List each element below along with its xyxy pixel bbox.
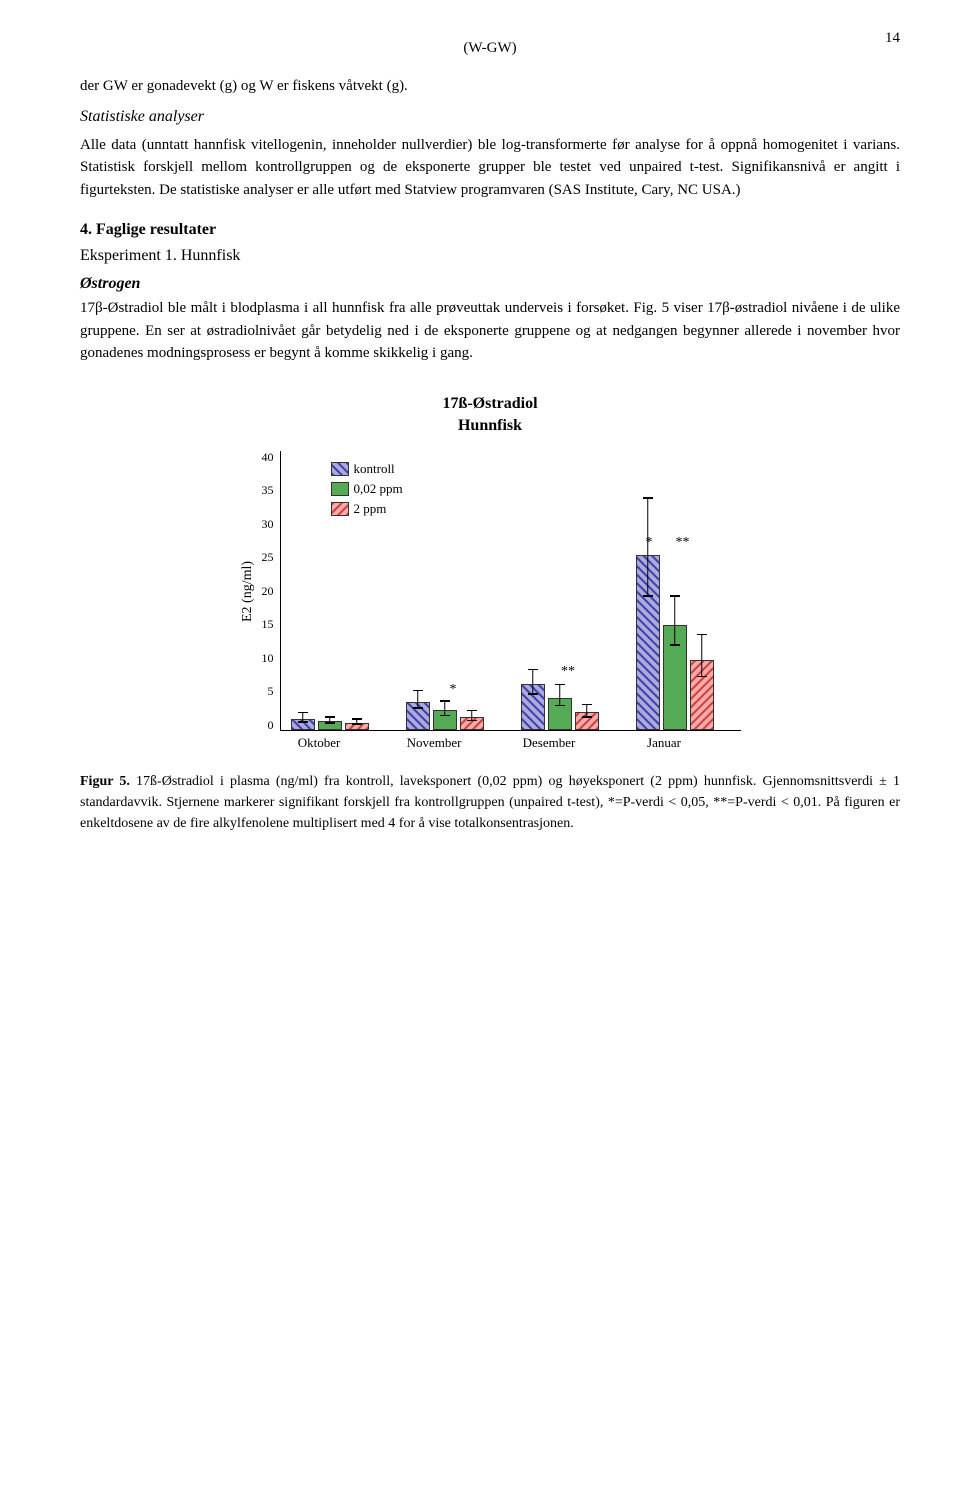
bar-desember-kontroll — [521, 684, 545, 730]
y-tick-0: 0 — [262, 719, 274, 731]
error-bar-up — [532, 670, 534, 684]
error-bar-up — [417, 691, 419, 702]
bar-group-november: * — [406, 702, 501, 730]
bar-group-desember: ** — [521, 684, 616, 730]
error-bar-down — [701, 660, 703, 678]
legend-002ppm: 0,02 ppm — [331, 481, 403, 497]
y-tick-40: 40 — [262, 451, 274, 463]
chart-container: 17ß-Østradiol Hunnfisk E2 (ng/ml) 0 5 10… — [80, 395, 900, 751]
bar-oktober-2ppm — [345, 723, 369, 730]
legend-label-002ppm: 0,02 ppm — [354, 481, 403, 497]
error-cap-bottom — [440, 715, 450, 717]
error-cap-bottom — [555, 705, 565, 707]
bar-januar-002ppm — [663, 625, 687, 730]
figur-caption: Figur 5. 17ß-Østradiol i plasma (ng/ml) … — [80, 771, 900, 834]
error-cap-bottom — [528, 693, 538, 695]
legend-kontroll: kontroll — [331, 461, 403, 477]
main-paragraph-2: 17β-Østradiol ble målt i blodplasma i al… — [80, 297, 900, 365]
legend-2ppm: 2 ppm — [331, 501, 403, 517]
error-cap-top — [298, 712, 308, 714]
error-cap-top — [352, 718, 362, 720]
chart-with-yaxis: 0 5 10 15 20 25 30 35 40 — [262, 451, 741, 731]
error-cap-top — [555, 684, 565, 686]
error-cap-top — [413, 690, 423, 692]
legend-label-2ppm: 2 ppm — [354, 501, 387, 517]
figur-label: Figur 5. — [80, 774, 130, 789]
y-tick-25: 25 — [262, 551, 274, 563]
error-cap-bottom — [467, 720, 477, 722]
error-bar-up — [586, 705, 588, 712]
bar-januar-kontroll — [636, 555, 660, 730]
y-tick-35: 35 — [262, 484, 274, 496]
error-cap-top — [440, 700, 450, 702]
error-bar-up — [444, 702, 446, 710]
error-cap-top — [582, 704, 592, 706]
bar-group-januar: *** — [636, 555, 731, 730]
x-label-oktober: Oktober — [272, 735, 367, 751]
bar-november-kontroll — [406, 702, 430, 730]
error-cap-bottom — [697, 676, 707, 678]
y-tick-5: 5 — [262, 685, 274, 697]
bar-desember-002ppm — [548, 698, 572, 730]
error-cap-top — [697, 634, 707, 636]
chart-subtitle: Hunnfisk — [458, 417, 522, 435]
page-number: 14 — [885, 30, 900, 47]
error-cap-bottom — [670, 644, 680, 646]
chart-inner: E2 (ng/ml) 0 5 10 15 20 25 30 35 40 — [240, 451, 741, 751]
error-bar-down — [674, 625, 676, 646]
error-cap-bottom — [643, 595, 653, 597]
legend-box-2ppm — [331, 502, 349, 516]
error-cap-bottom — [352, 723, 362, 725]
section-title-statistiske: Statistiske analyser — [80, 108, 900, 126]
chart-title: 17ß-Østradiol — [442, 395, 537, 413]
bar-desember-2ppm — [575, 712, 599, 730]
error-cap-bottom — [325, 722, 335, 724]
ostrogen-label: Østrogen — [80, 275, 900, 293]
y-axis-ticks: 0 5 10 15 20 25 30 35 40 — [262, 451, 274, 731]
x-label-desember: Desember — [502, 735, 597, 751]
bars-row: kontroll 0,02 ppm 2 ppm ****** — [280, 451, 741, 731]
x-axis-labels: Oktober November Desember Januar — [262, 735, 722, 751]
legend: kontroll 0,02 ppm 2 ppm — [331, 461, 403, 521]
y-axis-label: E2 (ng/ml) — [240, 451, 256, 731]
error-bar-up — [559, 685, 561, 698]
error-cap-top — [325, 716, 335, 718]
bar-oktober-002ppm — [318, 721, 342, 729]
experiment-label: Eksperiment 1. Hunnfisk — [80, 247, 900, 265]
y-tick-30: 30 — [262, 518, 274, 530]
y-tick-20: 20 — [262, 585, 274, 597]
significance-marker: * — [450, 682, 457, 698]
section-4-heading: 4. Faglige resultater — [80, 221, 900, 239]
significance-kontroll: * — [646, 535, 653, 551]
bar-november-002ppm — [433, 710, 457, 730]
error-cap-top — [643, 497, 653, 499]
formula-header: (W-GW) — [80, 40, 900, 57]
error-cap-top — [528, 669, 538, 671]
legend-box-kontroll — [331, 462, 349, 476]
error-cap-top — [467, 710, 477, 712]
significance-marker: ** — [561, 664, 575, 680]
error-bar-up — [674, 597, 676, 625]
bar-januar-2ppm — [690, 660, 714, 730]
legend-label-kontroll: kontroll — [354, 461, 395, 477]
bar-november-2ppm — [460, 717, 484, 730]
x-label-januar: Januar — [617, 735, 712, 751]
error-bar-down — [647, 555, 649, 597]
bar-group-oktober — [291, 719, 386, 730]
y-tick-15: 15 — [262, 618, 274, 630]
y-tick-10: 10 — [262, 652, 274, 664]
intro-paragraph: der GW er gonadevekt (g) og W er fiskens… — [80, 75, 900, 98]
error-cap-bottom — [298, 721, 308, 723]
error-cap-top — [670, 595, 680, 597]
legend-box-002ppm — [331, 482, 349, 496]
x-label-november: November — [387, 735, 482, 751]
main-paragraph-1: Alle data (unntatt hannfisk vitellogenin… — [80, 134, 900, 202]
figur-text: 17ß-Østradiol i plasma (ng/ml) fra kontr… — [80, 774, 900, 831]
error-bar-up — [701, 635, 703, 660]
chart-area: 0 5 10 15 20 25 30 35 40 — [262, 451, 741, 751]
bar-oktober-kontroll — [291, 719, 315, 730]
error-cap-bottom — [582, 716, 592, 718]
error-cap-bottom — [413, 707, 423, 709]
significance-002ppm: ** — [676, 535, 690, 551]
